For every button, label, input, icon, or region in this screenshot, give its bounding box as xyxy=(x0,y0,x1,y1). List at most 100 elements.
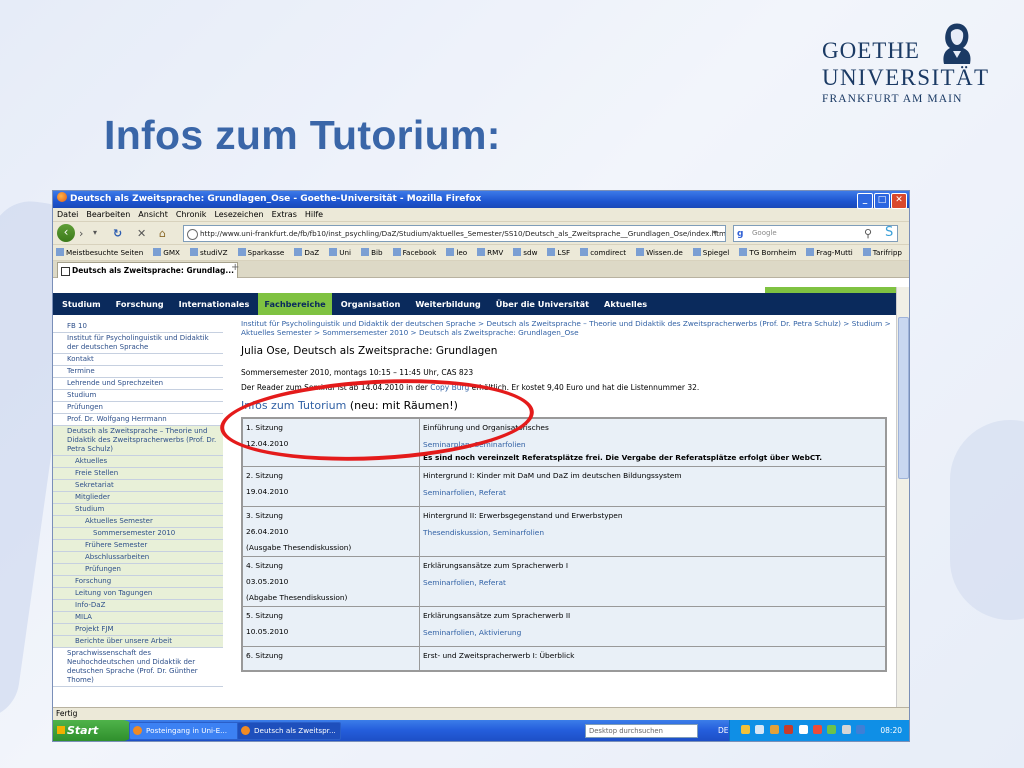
bookmark-item[interactable]: Spiegel xyxy=(692,248,735,257)
bookmark-icon xyxy=(477,248,486,256)
menu-hilfe[interactable]: Hilfe xyxy=(305,210,323,219)
page-content: Studium Forschung Internationales Fachberei… xyxy=(53,287,897,707)
sidebar-item[interactable]: FB 10 xyxy=(53,321,223,333)
taskbar-item-mail[interactable]: Posteingang in Uni-E... xyxy=(129,722,239,740)
session-links[interactable]: Seminarfolien, Referat xyxy=(423,578,882,588)
bookmark-item[interactable]: RMV xyxy=(477,248,508,257)
bookmark-item[interactable]: studiVZ xyxy=(189,248,233,257)
bookmark-item[interactable]: DaZ xyxy=(294,248,324,257)
bookmark-item[interactable]: Sparkasse xyxy=(237,248,290,257)
menu-chronik[interactable]: Chronik xyxy=(176,210,207,219)
sidebar-item[interactable]: Institut für Psycholinguistik und Didakt… xyxy=(53,333,223,354)
menu-datei[interactable]: Datei xyxy=(57,210,78,219)
tray-icon[interactable] xyxy=(755,725,765,734)
sidebar-item[interactable]: Prof. Dr. Wolfgang Herrmann xyxy=(53,414,223,426)
menu-bearbeiten[interactable]: Bearbeiten xyxy=(86,210,130,219)
sidebar-item[interactable]: Sekretariat xyxy=(53,480,223,492)
bookmark-item[interactable]: Uni xyxy=(329,248,356,257)
search-icon[interactable]: ⚲ xyxy=(864,227,872,240)
sidebar-item[interactable]: Forschung xyxy=(53,576,223,588)
sidebar-item[interactable]: Berichte über unsere Arbeit xyxy=(53,636,223,648)
sidebar-item[interactable]: Prüfungen xyxy=(53,402,223,414)
sidebar-item[interactable]: Aktuelles xyxy=(53,456,223,468)
tray-icon[interactable] xyxy=(769,725,779,734)
bookmark-item[interactable]: leo xyxy=(446,248,472,257)
taskbar-item-browser[interactable]: Deutsch als Zweitspr... xyxy=(237,722,341,740)
sidebar-item[interactable]: Freie Stellen xyxy=(53,468,223,480)
new-tab-button[interactable]: + xyxy=(231,262,239,273)
forward-button[interactable]: › xyxy=(79,227,83,240)
start-button[interactable]: Start xyxy=(53,720,133,741)
site-nav-item[interactable]: Internationales xyxy=(173,293,256,315)
bookmark-item[interactable]: sdw xyxy=(513,248,542,257)
maximize-button[interactable]: □ xyxy=(874,193,890,209)
sidebar-item[interactable]: Studium xyxy=(53,504,223,516)
tray-icon[interactable] xyxy=(827,725,837,734)
sidebar-item[interactable]: Sprachwissenschaft des Neuhochdeutschen … xyxy=(53,648,223,687)
menu-extras[interactable]: Extras xyxy=(272,210,297,219)
session-links[interactable]: Thesendiskussion, Seminarfolien xyxy=(423,528,882,538)
tray-icon[interactable] xyxy=(798,725,808,734)
menu-ansicht[interactable]: Ansicht xyxy=(138,210,168,219)
sidebar-item[interactable]: Frühere Semester xyxy=(53,540,223,552)
url-dropdown-icon[interactable]: ▾ xyxy=(713,228,717,237)
sidebar-item[interactable]: Sommersemester 2010 xyxy=(53,528,223,540)
site-nav-item[interactable]: Aktuelles xyxy=(598,293,653,315)
sidebar-item[interactable]: Lehrende und Sprechzeiten xyxy=(53,378,223,390)
bookmark-item[interactable]: Facebook xyxy=(392,248,442,257)
vertical-scrollbar[interactable] xyxy=(896,287,909,707)
site-nav-item[interactable]: Organisation xyxy=(335,293,407,315)
tray-icon[interactable] xyxy=(841,725,851,734)
site-nav-item[interactable]: Fachbereiche xyxy=(258,293,332,315)
close-button[interactable]: ✕ xyxy=(891,193,907,209)
desktop-search-input[interactable]: Desktop durchsuchen xyxy=(585,724,698,738)
session-links[interactable]: Seminarfolien, Referat xyxy=(423,488,882,498)
site-nav-item[interactable]: Über die Universität xyxy=(490,293,595,315)
bookmark-item[interactable]: TG Bornheim xyxy=(739,248,801,257)
sidebar-item[interactable]: Projekt FJM xyxy=(53,624,223,636)
window-title: Deutsch als Zweitsprache: Grundlagen_Ose… xyxy=(70,194,482,204)
url-bar[interactable]: http://www.uni-frankfurt.de/fb/fb10/inst… xyxy=(183,225,726,242)
site-nav-item[interactable]: Weiterbildung xyxy=(409,293,486,315)
tab-current[interactable]: Deutsch als Zweitsprache: Grundlag... xyxy=(57,262,238,278)
bookmark-item[interactable]: Bib xyxy=(361,248,388,257)
sidebar-item[interactable]: MILA xyxy=(53,612,223,624)
home-icon[interactable]: ⌂ xyxy=(159,227,166,240)
menu-lesezeichen[interactable]: Lesezeichen xyxy=(214,210,263,219)
search-input[interactable]: g Google xyxy=(733,225,898,242)
sidebar-item[interactable]: Deutsch als Zweitsprache – Theorie und D… xyxy=(53,426,223,456)
sidebar-item[interactable]: Termine xyxy=(53,366,223,378)
bookmark-item[interactable]: Frag-Mutti xyxy=(806,248,858,257)
language-indicator[interactable]: DE xyxy=(718,720,729,741)
bookmark-item[interactable]: GMX xyxy=(153,248,185,257)
minimize-button[interactable]: _ xyxy=(857,193,873,209)
reload-icon[interactable]: ↻ xyxy=(113,227,122,240)
bookmark-item[interactable]: Meistbesuchte Seiten xyxy=(56,248,148,257)
tray-icon[interactable] xyxy=(812,725,822,734)
sidebar-item[interactable]: Studium xyxy=(53,390,223,402)
history-dropdown-icon[interactable]: ▾ xyxy=(93,228,97,237)
back-button[interactable]: ‹ xyxy=(57,224,75,242)
sidebar-item[interactable]: Aktuelles Semester xyxy=(53,516,223,528)
tray-icon[interactable] xyxy=(741,725,750,734)
sidebar-item[interactable]: Leitung von Tagungen xyxy=(53,588,223,600)
breadcrumb[interactable]: Institut für Psycholinguistik und Didakt… xyxy=(241,319,891,337)
bookmark-item[interactable]: comdirect xyxy=(580,248,631,257)
stop-icon[interactable]: ✕ xyxy=(137,227,146,240)
scrollbar-thumb[interactable] xyxy=(898,317,909,479)
tray-icon[interactable] xyxy=(856,725,866,734)
sidebar-item[interactable]: Abschlussarbeiten xyxy=(53,552,223,564)
sidebar-item[interactable]: Prüfungen xyxy=(53,564,223,576)
sidebar-item[interactable]: Info-DaZ xyxy=(53,600,223,612)
session-links[interactable]: Seminarfolien, Aktivierung xyxy=(423,628,882,638)
session-date-cell: 2. Sitzung 19.04.2010 xyxy=(243,467,419,506)
tray-icon[interactable] xyxy=(784,725,794,734)
site-nav-item[interactable]: Forschung xyxy=(110,293,170,315)
sidebar-item[interactable]: Kontakt xyxy=(53,354,223,366)
sidebar-item[interactable]: Mitglieder xyxy=(53,492,223,504)
site-nav-item[interactable]: Studium xyxy=(56,293,107,315)
skype-icon[interactable]: S xyxy=(885,225,893,240)
bookmark-item[interactable]: LSF xyxy=(547,248,575,257)
bookmark-item[interactable]: Wissen.de xyxy=(636,248,688,257)
bookmark-item[interactable]: Tarifripp xyxy=(862,248,907,257)
